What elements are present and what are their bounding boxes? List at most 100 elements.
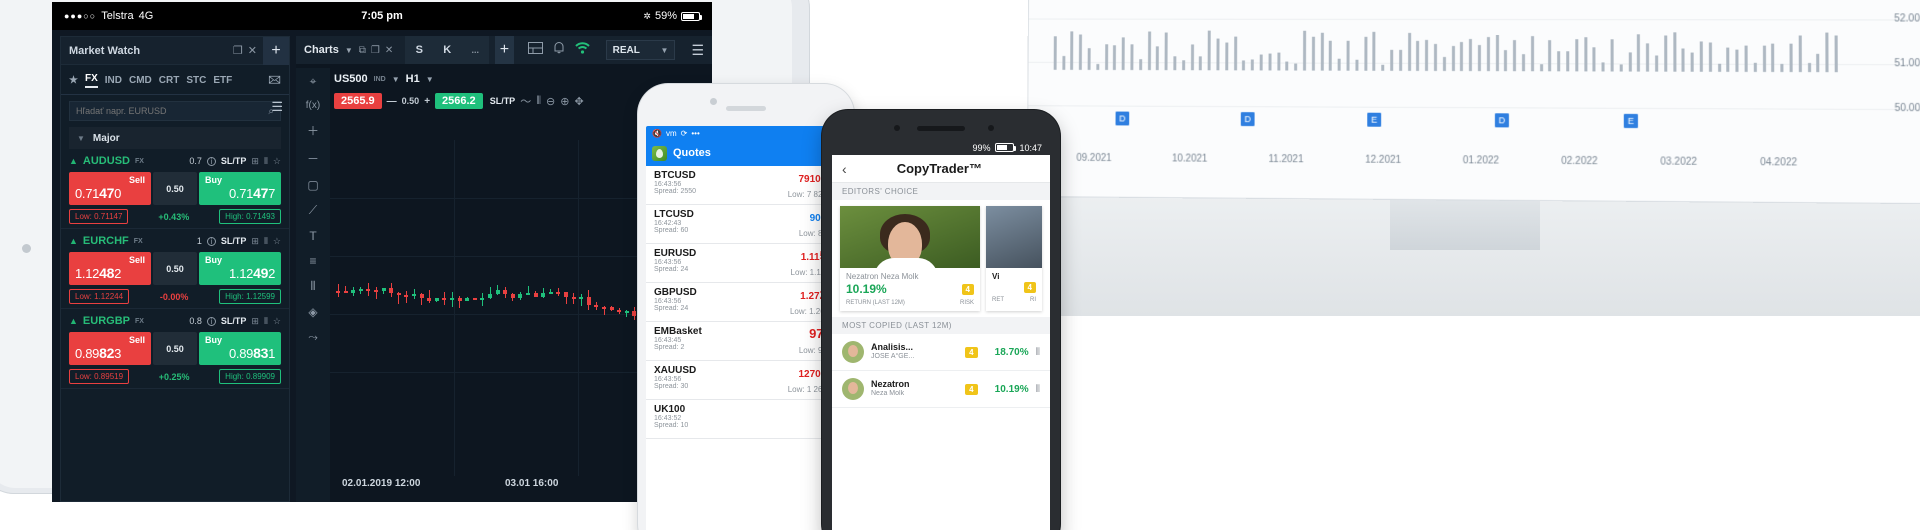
chart-icon[interactable]: ⦀ [264,236,268,247]
star-icon[interactable]: ☆ [273,156,281,167]
text-icon[interactable]: T [309,229,316,243]
close-icon[interactable]: ✕ [385,45,393,56]
tab-stc[interactable]: STC [186,75,206,86]
buy-button[interactable]: Buy 0.89831 [199,332,281,365]
lot-size[interactable]: 0.50 [153,172,197,205]
chart-sltp-label[interactable]: SL/TP [490,96,516,106]
info-icon[interactable]: i [206,316,216,326]
quote-row[interactable]: GBPUSD16:43:56Spread: 241.27216Low: 1.26… [646,283,846,322]
line-chart-icon[interactable]: 〜 [520,93,531,109]
chart-icon[interactable]: ⦀ [264,156,268,167]
buy-button[interactable]: Buy 1.12492 [199,252,281,285]
event-flag-marker[interactable]: E [1367,112,1382,127]
lot-size[interactable]: 0.50 [153,332,197,365]
bell-icon[interactable] [553,41,565,59]
rect-icon[interactable]: ▢ [307,178,318,192]
lot-increment-button[interactable]: + [424,96,430,107]
chart-symbol[interactable]: US500 [334,73,368,85]
event-flag-marker[interactable]: D [1115,111,1130,126]
equalizer-icon[interactable]: ⦀ [1036,347,1040,358]
symbol-group-major[interactable]: ▼ Major [69,127,281,149]
equalizer-icon[interactable]: ⦀ [1036,384,1040,395]
quote-row[interactable]: EMBasket16:43:45Spread: 29766Low: 9 747 [646,322,846,361]
sell-button[interactable]: Sell 1.12482 [69,252,151,285]
event-flag-marker[interactable]: D [1240,112,1255,127]
restore-icon[interactable]: ❐ [371,45,380,56]
indicator-icon[interactable]: ⦀ [310,279,315,294]
quote-row[interactable]: BTCUSD16:43:56Spread: 25507910.00Low: 7 … [646,166,846,205]
tab-cmd[interactable]: CMD [129,75,152,86]
event-flag-marker[interactable]: D [1494,113,1509,128]
trend-icon[interactable]: ⟋ [309,203,317,218]
sltp-button[interactable]: SL/TP [221,236,247,246]
tab-ind[interactable]: IND [105,75,122,86]
sell-button[interactable]: Sell 0.71470 [69,172,151,205]
layers-icon[interactable]: ◈ [308,305,317,319]
most-copied-row[interactable]: Nezatron Neza Molk 4 10.19% ⦀ [832,371,1050,408]
event-flag-marker[interactable]: E [1623,113,1638,129]
zoom-out-icon[interactable]: ⊖ [546,95,555,108]
quote-row[interactable]: EURUSD16:43:56Spread: 241.11501Low: 1.11… [646,244,846,283]
android-status-bar: 99% 10:47 [832,140,1050,155]
zoom-in-icon[interactable]: ⊕ [560,95,569,108]
sltp-button[interactable]: SL/TP [221,156,247,166]
symbol-search[interactable]: ⌕ [69,101,281,121]
fx-icon[interactable]: f(x) [306,100,320,111]
tab-crt[interactable]: CRT [159,75,180,86]
info-icon[interactable]: i [206,236,216,246]
chart-sell-button[interactable]: 2565.9 [334,93,382,109]
buy-button[interactable]: Buy 0.71477 [199,172,281,205]
popout-icon[interactable]: ⧉ [359,45,366,56]
tab-fx[interactable]: FX [84,73,98,88]
add-chart-button[interactable]: + [495,36,514,64]
inbox-icon[interactable]: 🖂 [268,71,281,90]
lot-size[interactable]: 0.50 [153,252,197,285]
share-icon[interactable]: ⤳ [308,330,318,345]
pan-icon[interactable]: ✥ [574,95,583,108]
editors-choice-card[interactable]: Vi 4 RET RI [986,206,1042,311]
search-input[interactable] [76,106,265,116]
chevron-down-icon[interactable]: ▼ [426,75,434,84]
symbol-row[interactable]: ▲ EURCHF FX 1 i SL/TP ⊞ ⦀ ☆ Sell 1.12482 0.50 Buy 1.1… [61,229,289,309]
charts-menu-caret-icon[interactable]: ▼ [345,46,353,55]
cursor-icon[interactable]: ⌖ [310,74,317,89]
plus-icon[interactable]: ＋ [307,122,319,139]
sltp-button[interactable]: SL/TP [221,316,247,326]
layout-icon[interactable] [527,41,543,59]
star-icon[interactable]: ☆ [273,236,281,247]
account-mode-select[interactable]: REAL ▼ [605,40,676,60]
chart-tab-s[interactable]: S [405,44,433,56]
star-icon[interactable]: ☆ [273,316,281,327]
hamburger-icon[interactable]: ☰ [691,42,704,59]
add-icon[interactable]: ⊞ [251,316,259,327]
symbol-row[interactable]: ▲ AUDUSD FX 0.7 i SL/TP ⊞ ⦀ ☆ Sell 0.71470 0.50 Buy 0… [61,149,289,229]
chart-icon[interactable]: ⦀ [264,316,268,327]
close-icon[interactable]: ✕ [248,44,257,57]
tab-etf[interactable]: ETF [213,75,232,86]
chart-tab-more[interactable]: ... [461,45,489,55]
candlestick-icon[interactable]: ⦀ [536,95,541,108]
list-view-icon[interactable]: ☰ [271,99,283,115]
quote-row[interactable]: XAUUSD16:43:56Spread: 301270.24Low: 1 26… [646,361,846,400]
wifi-icon[interactable] [574,41,590,59]
lot-decrement-button[interactable]: — [387,96,397,107]
fib-icon[interactable]: ≡ [309,254,316,268]
restore-icon[interactable]: ❐ [233,44,243,57]
sell-button[interactable]: Sell 0.89823 [69,332,151,365]
symbol-row[interactable]: ▲ EURGBP FX 0.8 i SL/TP ⊞ ⦀ ☆ Sell 0.89823 0.50 Buy 0… [61,309,289,389]
add-icon[interactable]: ⊞ [251,236,259,247]
most-copied-row[interactable]: Analisis... JOSE A°GE... 4 18.70% ⦀ [832,334,1050,371]
quote-row[interactable]: UK10016:43:52Spread: 1085 [646,400,846,439]
editors-choice-card[interactable]: Nezatron Neza Molk 10.19% 4 RETURN (LAST… [840,206,980,311]
chevron-down-icon[interactable]: ▼ [392,75,400,84]
chart-buy-button[interactable]: 2566.2 [435,93,483,109]
add-tab-button[interactable]: + [263,36,289,65]
add-icon[interactable]: ⊞ [251,156,259,167]
quote-row[interactable]: LTCUSD16:42:43Spread: 6090.95Low: 89.25 [646,205,846,244]
tab-favourites[interactable]: ★ [69,75,78,86]
chart-tab-k[interactable]: K [433,44,461,56]
chart-timeframe[interactable]: H1 [406,73,420,85]
chart-lot-value[interactable]: 0.50 [402,96,420,106]
info-icon[interactable]: i [206,156,216,166]
minus-icon[interactable]: － [307,150,319,167]
